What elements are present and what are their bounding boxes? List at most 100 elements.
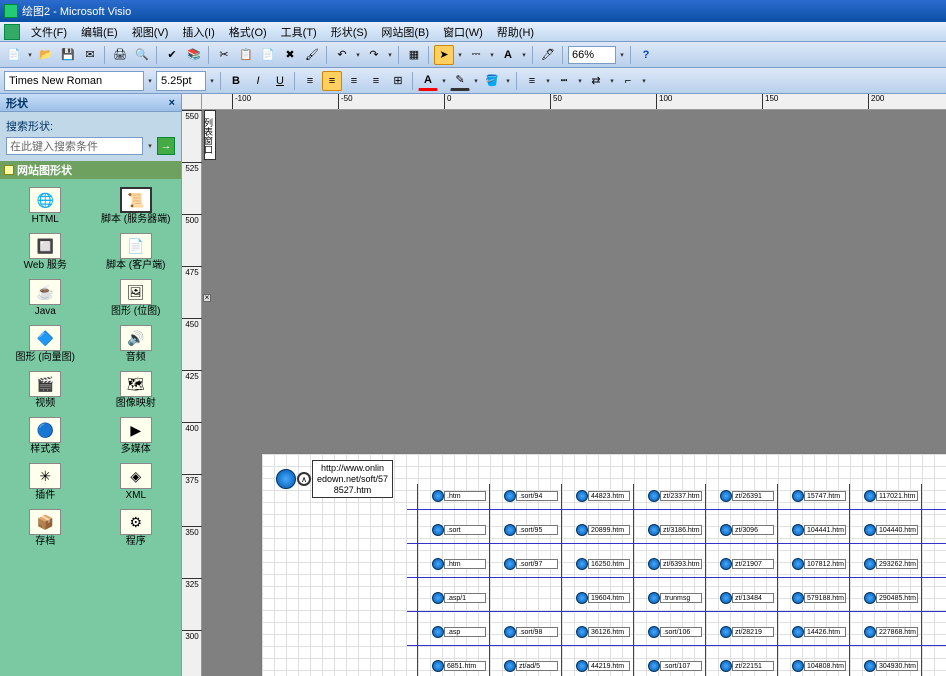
- shape-多媒体[interactable]: ▶多媒体: [91, 415, 182, 457]
- sitemap-node[interactable]: 20899.htm: [576, 524, 630, 536]
- sitemap-node[interactable]: zt/3186.htm: [648, 524, 702, 536]
- zoom-input[interactable]: 66%: [568, 46, 616, 64]
- sitemap-node[interactable]: 104440.htm: [864, 524, 918, 536]
- search-go-button[interactable]: →: [157, 137, 175, 155]
- sitemap-node[interactable]: zt/22151: [720, 660, 774, 672]
- cut-button[interactable]: ✂: [214, 45, 234, 65]
- sitemap-node[interactable]: 15747.htm: [792, 490, 846, 502]
- sitemap-node[interactable]: zt/21907: [720, 558, 774, 570]
- line-color-button[interactable]: ✎: [450, 71, 470, 91]
- shape-程序[interactable]: ⚙程序: [91, 507, 182, 549]
- close-icon[interactable]: ×: [169, 97, 175, 109]
- sitemap-node[interactable]: zt/2337.htm: [648, 490, 702, 502]
- menu-编辑[interactable]: 编辑(E): [74, 22, 125, 42]
- sitemap-node[interactable]: .htm: [432, 490, 486, 502]
- font-select[interactable]: Times New Roman: [4, 71, 144, 91]
- distribute-button[interactable]: ⊞: [388, 71, 408, 91]
- sitemap-node[interactable]: .sort/97: [504, 558, 558, 570]
- sitemap-node[interactable]: 44823.htm: [576, 490, 630, 502]
- canvas[interactable]: -100-50050100150200250 55052550047545042…: [182, 94, 946, 676]
- bold-button[interactable]: B: [226, 71, 246, 91]
- drawing-page[interactable]: ∧ http://www.onlinedown.net/soft/578527.…: [262, 454, 946, 676]
- shapes-button[interactable]: ▦: [404, 45, 424, 65]
- sitemap-node[interactable]: .asp: [432, 626, 486, 638]
- redo-button[interactable]: ↷: [364, 45, 384, 65]
- save-button[interactable]: 💾: [58, 45, 78, 65]
- menu-文件[interactable]: 文件(F): [24, 22, 74, 42]
- sitemap-node[interactable]: 104441.htm: [792, 524, 846, 536]
- sitemap-node[interactable]: 19604.htm: [576, 592, 630, 604]
- corner-button[interactable]: ⌐: [618, 71, 638, 91]
- sitemap-node[interactable]: 14426.htm: [792, 626, 846, 638]
- align-left-button[interactable]: ≡: [300, 71, 320, 91]
- open-button[interactable]: 📂: [36, 45, 56, 65]
- sitemap-node[interactable]: .sort/94: [504, 490, 558, 502]
- shape-样式表[interactable]: 🔵样式表: [0, 415, 91, 457]
- sitemap-node[interactable]: .sort/95: [504, 524, 558, 536]
- shape-脚本 (客户端)[interactable]: 📄脚本 (客户端): [91, 231, 182, 273]
- align-justify-button[interactable]: ≡: [366, 71, 386, 91]
- search-input[interactable]: 在此键入搜索条件: [6, 137, 143, 155]
- research-button[interactable]: 📚: [184, 45, 204, 65]
- sitemap-node[interactable]: .sort/106: [648, 626, 702, 638]
- shape-图形 (向量图)[interactable]: 🔷图形 (向量图): [0, 323, 91, 365]
- spell-button[interactable]: ✔: [162, 45, 182, 65]
- preview-button[interactable]: 🔍: [132, 45, 152, 65]
- paste-button[interactable]: 📄: [258, 45, 278, 65]
- sitemap-node[interactable]: 290485.htm: [864, 592, 918, 604]
- root-node[interactable]: ∧ http://www.onlinedown.net/soft/578527.…: [276, 460, 393, 498]
- shape-XML[interactable]: ◈XML: [91, 461, 182, 503]
- menu-格式[interactable]: 格式(O): [222, 22, 274, 42]
- text-tool[interactable]: A: [498, 45, 518, 65]
- line-weight-button[interactable]: ≡: [522, 71, 542, 91]
- sitemap-node[interactable]: 304930.htm: [864, 660, 918, 672]
- copy-button[interactable]: 📋: [236, 45, 256, 65]
- shape-图像映射[interactable]: 🗺图像映射: [91, 369, 182, 411]
- font-color-button[interactable]: A: [418, 71, 438, 91]
- sitemap-node[interactable]: 227868.htm: [864, 626, 918, 638]
- sitemap-node[interactable]: 36126.htm: [576, 626, 630, 638]
- sitemap-node[interactable]: zt/ad/5: [504, 660, 558, 672]
- undo-button[interactable]: ↶: [332, 45, 352, 65]
- sitemap-node[interactable]: zt/26391: [720, 490, 774, 502]
- shape-存档[interactable]: 📦存档: [0, 507, 91, 549]
- line-pattern-button[interactable]: ┅: [554, 71, 574, 91]
- menu-视图[interactable]: 视图(V): [125, 22, 176, 42]
- expand-icon[interactable]: ∧: [297, 472, 311, 486]
- sitemap-node[interactable]: .asp/1: [432, 592, 486, 604]
- shape-Web 服务[interactable]: 🔲Web 服务: [0, 231, 91, 273]
- sitemap-node[interactable]: .htm: [432, 558, 486, 570]
- menu-帮助[interactable]: 帮助(H): [490, 22, 541, 42]
- delete-button[interactable]: ✖: [280, 45, 300, 65]
- shape-插件[interactable]: ✳插件: [0, 461, 91, 503]
- sitemap-node[interactable]: zt/6393.htm: [648, 558, 702, 570]
- sitemap-node[interactable]: 6851.htm: [432, 660, 486, 672]
- shape-Java[interactable]: ☕Java: [0, 277, 91, 319]
- shape-脚本 (服务器端)[interactable]: 📜脚本 (服务器端): [91, 185, 182, 227]
- sitemap-node[interactable]: .sort/98: [504, 626, 558, 638]
- fontsize-select[interactable]: 5.25pt: [156, 71, 206, 91]
- align-center-button[interactable]: ≡: [322, 71, 342, 91]
- layout-panel-tab[interactable]: 列表窗口: [204, 110, 216, 160]
- format-painter-button[interactable]: 🖌: [302, 45, 322, 65]
- sitemap-node[interactable]: 44219.htm: [576, 660, 630, 672]
- sitemap-node[interactable]: 579188.htm: [792, 592, 846, 604]
- italic-button[interactable]: I: [248, 71, 268, 91]
- collapse-handle[interactable]: ×: [203, 294, 211, 302]
- print-button[interactable]: 🖨: [110, 45, 130, 65]
- shape-HTML[interactable]: 🌐HTML: [0, 185, 91, 227]
- sitemap-node[interactable]: .sort: [432, 524, 486, 536]
- line-ends-button[interactable]: ⇄: [586, 71, 606, 91]
- menu-插入[interactable]: 插入(I): [175, 22, 221, 42]
- help-button[interactable]: ?: [636, 45, 656, 65]
- sitemap-node[interactable]: 107812.htm: [792, 558, 846, 570]
- shape-音频[interactable]: 🔊音频: [91, 323, 182, 365]
- ink-tool[interactable]: 🖊: [538, 45, 558, 65]
- shape-图形 (位图)[interactable]: 🖼图形 (位图): [91, 277, 182, 319]
- sitemap-node[interactable]: zt/3096: [720, 524, 774, 536]
- sitemap-node[interactable]: 293262.htm: [864, 558, 918, 570]
- sitemap-node[interactable]: .trunmsg: [648, 592, 702, 604]
- sitemap-node[interactable]: 16250.htm: [576, 558, 630, 570]
- menu-网站图[interactable]: 网站图(B): [374, 22, 436, 42]
- search-dropdown[interactable]: ▾: [146, 137, 154, 155]
